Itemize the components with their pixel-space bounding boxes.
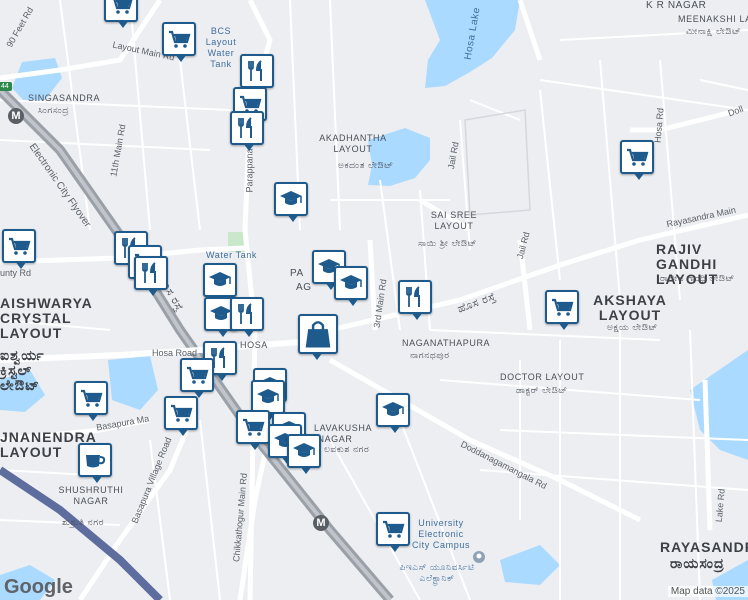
grocery-pin[interactable] <box>74 381 108 421</box>
akshaya-kn-label: ಅಕ್ಷಯ ಲೇಔಟ್ <box>607 322 658 332</box>
grocery-icon <box>169 30 191 48</box>
shushruthi-label: SHUSHRUTHI NAGAR <box>58 485 124 506</box>
university-kn-label: ಪಿಇಎಸ್ ಯೂನಿವರ್ಸಿಟಿ ಎಲೆಕ್ಟ್ರಾನಿಕ್ <box>399 562 475 583</box>
school-pin[interactable] <box>376 393 410 433</box>
shop-pin[interactable] <box>298 314 338 360</box>
akadhantha-label: AKADHANTHA LAYOUT <box>319 133 387 154</box>
map-attribution[interactable]: Map data ©2025 <box>667 586 748 597</box>
rayasandra-label: RAYASANDRA <box>660 539 748 555</box>
restaurant-icon <box>406 286 420 307</box>
road-county: unty Rd <box>0 268 32 278</box>
university-label: University Electronic City Campus <box>411 518 471 550</box>
grocery-pin[interactable] <box>620 140 654 180</box>
grocery-icon <box>552 298 574 316</box>
grocery-icon <box>243 418 265 436</box>
school-pin[interactable] <box>274 182 308 222</box>
jnanendra-label: JNANENDRA LAYOUT <box>0 429 97 460</box>
lavakusha-kn-label: ಲವಕುಶ ನಗರ <box>324 444 370 454</box>
grocery-pin[interactable] <box>545 290 579 330</box>
school-icon <box>257 389 279 403</box>
school-pin[interactable] <box>251 380 285 420</box>
school-icon <box>293 443 315 457</box>
shushruthi-kn-label: ಶುಶ್ರುತಿ ನಗರ <box>62 517 105 527</box>
grocery-icon <box>187 366 209 384</box>
aishwarya-label: AISHWARYA CRYSTAL LAYOUT <box>0 295 93 341</box>
restaurant-icon <box>142 262 156 283</box>
meenakshi-layout-kn-label: ಮೀನಾಕ್ಷಿ ಲೇಔಟ್ <box>686 26 742 36</box>
shop-icon <box>305 321 331 348</box>
restaurant-pin[interactable] <box>230 111 264 151</box>
pa-label: PA <box>290 268 304 279</box>
water-tank-label: Water Tank <box>206 250 258 260</box>
naganathapura-kn-label: ನಾಗನಥಪುರ <box>410 350 450 360</box>
restaurant-icon <box>248 60 262 81</box>
sai-sree-label: SAI SREE LAYOUT <box>430 210 478 231</box>
school-icon <box>340 275 362 289</box>
restaurant-pin[interactable] <box>240 54 274 94</box>
grocery-icon <box>113 0 133 14</box>
grocery-pin[interactable] <box>236 410 270 450</box>
grocery-pin[interactable] <box>180 358 214 398</box>
meenakshi-layout-label: MEENAKSHI LAYOUT <box>678 14 748 24</box>
akadhantha-kn-label: ಅಕದಂತ ಲೇಔಟ್ <box>338 160 394 170</box>
road-parappana: Parappana <box>244 148 255 193</box>
restaurant-pin[interactable] <box>230 297 264 337</box>
coffee-icon <box>86 455 106 468</box>
grocery-pin[interactable] <box>104 0 138 28</box>
bcs-layout-label: BCS Layout Water Tank <box>205 26 237 69</box>
grocery-icon <box>627 148 649 166</box>
grocery-pin[interactable] <box>162 22 196 62</box>
kr-nagar-label: K R NAGAR <box>646 0 707 11</box>
school-pin[interactable] <box>287 434 321 474</box>
grocery-pin[interactable] <box>2 229 36 269</box>
map-canvas[interactable]: K R NAGAR MEENAKSHI LAYOUT ಮೀನಾಕ್ಷಿ ಲೇಔಟ… <box>0 0 748 600</box>
school-icon <box>382 402 404 416</box>
grocery-icon <box>171 404 193 422</box>
naganathapura-label: NAGANATHAPURA <box>402 338 491 348</box>
school-icon <box>280 191 302 205</box>
akshaya-label: AKSHAYA LAYOUT <box>593 292 667 323</box>
grocery-pin[interactable] <box>164 396 198 436</box>
coffee-pin[interactable] <box>78 443 112 483</box>
restaurant-pin[interactable] <box>134 256 168 296</box>
grocery-icon <box>81 389 103 407</box>
restaurant-icon <box>238 303 252 324</box>
hosa-label: HOSA <box>240 340 268 350</box>
school-pin[interactable] <box>203 263 237 303</box>
grocery-pin[interactable] <box>376 512 410 552</box>
metro-station-icon[interactable]: M <box>8 108 24 124</box>
school-icon <box>209 272 231 286</box>
doctor-layout-kn-label: ಡಾಕ್ಟರ್ ಲೇಔಟ್ <box>516 385 568 395</box>
singasandra-kn-label: ಸಿಂಗಸಂದ್ರ <box>38 105 70 115</box>
metro-station-icon-2[interactable]: M <box>313 515 329 531</box>
restaurant-pin[interactable] <box>398 280 432 320</box>
aishwarya-kn-label: ಐಶ್ವರ್ಯ ಕ್ರಿಸ್ಟಲ್ ಲೇಔಟ್ <box>0 347 45 393</box>
sai-sree-kn-label: ಸಾಯಿ ಶ್ರೀ ಲೇಔಟ್ <box>418 238 478 248</box>
ag-label: AG <box>296 282 312 293</box>
restaurant-icon <box>238 117 252 138</box>
rayasandra-kn-label: ರಾಯಸಂದ್ರ <box>670 555 725 571</box>
grocery-icon <box>383 520 405 538</box>
rajiv-gandhi-kn-label: ರಾಜೀವ ಗಾಂಧಿ ಲೇಔಟ್ <box>660 273 735 283</box>
singasandra-label: SINGASANDRA <box>28 93 101 103</box>
google-logo: Google <box>4 576 73 598</box>
school-pin[interactable] <box>334 266 368 306</box>
doctor-layout-label: DOCTOR LAYOUT <box>500 372 585 382</box>
university-marker-icon[interactable] <box>472 550 486 564</box>
highway-44-badge: 44 <box>0 82 12 91</box>
grocery-icon <box>9 237 31 255</box>
